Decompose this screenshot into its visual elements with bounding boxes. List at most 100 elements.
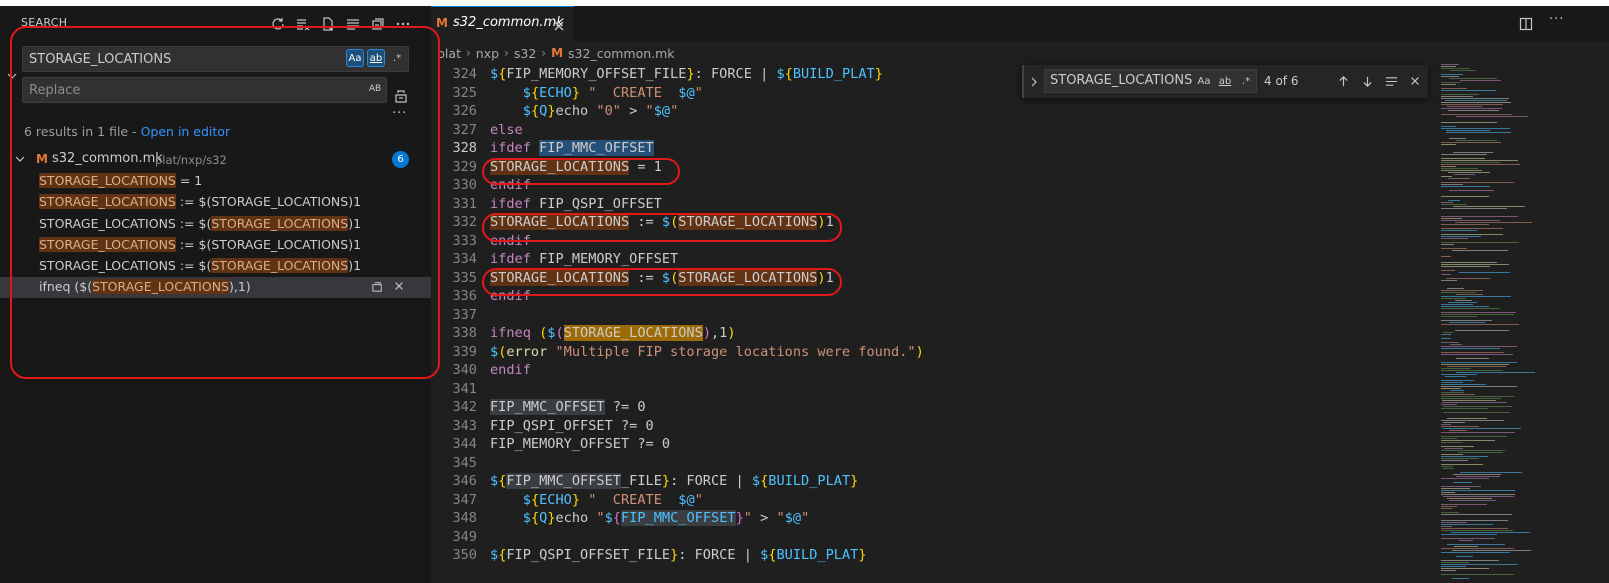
find-widget: STORAGE_LOCATIONS Aa ab .* 4 of 6 xyxy=(1022,65,1428,98)
view-as-tree-icon[interactable] xyxy=(343,14,363,34)
line-number: 328 xyxy=(452,140,477,156)
minimap-line xyxy=(1441,170,1482,171)
previous-match-arrow-up-icon[interactable] xyxy=(1334,72,1352,90)
new-search-editor-icon[interactable] xyxy=(318,14,338,34)
breadcrumb-item[interactable]: plat xyxy=(437,46,461,61)
breadcrumb-item[interactable]: s32_common.mk xyxy=(568,46,675,61)
minimap-line xyxy=(1452,578,1469,579)
result-file-row[interactable]: M s32_common.mk plat/nxp/s32 6 xyxy=(0,149,431,171)
replace-input[interactable] xyxy=(29,78,329,102)
minimap-line xyxy=(1447,366,1506,367)
editor-more-actions-icon[interactable]: ··· xyxy=(1549,12,1564,27)
minimap-line xyxy=(1459,540,1473,541)
toggle-replace-chevron-icon[interactable] xyxy=(6,70,18,82)
minimap[interactable] xyxy=(1441,64,1566,583)
preserve-case-toggle[interactable]: AB xyxy=(366,80,384,98)
minimap-line xyxy=(1441,158,1485,159)
search-result-item[interactable]: STORAGE_LOCATIONS = 1 xyxy=(0,171,431,192)
code-line: endif xyxy=(490,177,531,193)
minimap-line xyxy=(1441,168,1478,169)
minimap-line xyxy=(1441,398,1501,399)
result-text-after: )1 xyxy=(348,216,362,231)
minimap-line xyxy=(1441,228,1503,229)
find-input-box[interactable]: STORAGE_LOCATIONS Aa ab .* xyxy=(1044,69,1257,93)
search-result-item[interactable]: STORAGE_LOCATIONS := $(STORAGE_LOCATIONS… xyxy=(0,256,431,277)
code-editor[interactable]: 324 ${FIP_MEMORY_OFFSET_FILE}: FORCE | ${… xyxy=(431,64,1431,583)
minimap-line xyxy=(1456,294,1483,295)
minimap-line xyxy=(1441,420,1504,421)
minimap-line xyxy=(1441,304,1473,305)
match-whole-word-toggle[interactable]: ab xyxy=(367,49,385,67)
find-input[interactable]: STORAGE_LOCATIONS xyxy=(1050,73,1192,88)
line-number: 325 xyxy=(452,84,477,101)
match-count: 4 of 6 xyxy=(1264,74,1299,88)
toggle-replace-chevron-icon[interactable] xyxy=(1028,74,1040,88)
replace-all-icon[interactable] xyxy=(393,88,409,104)
breadcrumb-item[interactable]: nxp xyxy=(476,46,499,61)
minimap-line xyxy=(1441,456,1488,457)
minimap-line xyxy=(1456,140,1497,141)
search-result-item[interactable]: STORAGE_LOCATIONS := $(STORAGE_LOCATIONS… xyxy=(0,235,431,256)
line-number: 344 xyxy=(452,436,477,452)
more-actions-icon[interactable] xyxy=(393,14,413,34)
minimap-line xyxy=(1441,292,1476,293)
code-line: STORAGE_LOCATIONS := $(STORAGE_LOCATIONS… xyxy=(490,269,834,286)
minimap-line xyxy=(1441,524,1493,525)
open-in-editor-link[interactable]: Open in editor xyxy=(141,124,231,139)
close-icon[interactable] xyxy=(1406,72,1424,90)
close-icon[interactable] xyxy=(553,17,565,31)
match-case-toggle[interactable]: Aa xyxy=(1195,72,1213,90)
code-line: FIP_MEMORY_OFFSET ?= 0 xyxy=(490,436,671,452)
minimap-line xyxy=(1441,364,1509,365)
tab-bar: M s32_common.mk ··· xyxy=(431,6,1609,41)
minimap-line xyxy=(1441,298,1466,299)
chevron-down-icon[interactable] xyxy=(14,153,26,165)
minimap-line xyxy=(1449,78,1497,79)
search-result-item[interactable]: STORAGE_LOCATIONS := $(STORAGE_LOCATIONS… xyxy=(0,192,431,213)
minimap-line xyxy=(1441,122,1497,123)
clear-results-icon[interactable] xyxy=(293,14,313,34)
dismiss-close-icon[interactable] xyxy=(392,279,406,293)
match-case-toggle[interactable]: Aa xyxy=(346,49,364,67)
minimap-line xyxy=(1441,290,1483,291)
match-whole-word-toggle[interactable]: ab xyxy=(1216,72,1234,90)
replace-icon[interactable] xyxy=(370,279,384,293)
search-result-item-selected[interactable]: ifneq ($(STORAGE_LOCATIONS),1) xyxy=(0,277,431,298)
result-text-after: := $(STORAGE_LOCATIONS)1 xyxy=(175,237,362,252)
line-number: 339 xyxy=(452,343,477,360)
minimap-line xyxy=(1443,406,1512,407)
result-match: STORAGE_LOCATIONS xyxy=(39,237,176,252)
use-regex-toggle[interactable]: .* xyxy=(388,49,406,67)
refresh-icon[interactable] xyxy=(268,14,288,34)
minimap-line xyxy=(1453,152,1493,153)
line-number: 335 xyxy=(452,269,477,286)
minimap-line xyxy=(1441,352,1504,353)
next-match-arrow-down-icon[interactable] xyxy=(1358,72,1376,90)
minimap-line xyxy=(1441,182,1514,183)
line-number: 333 xyxy=(452,232,477,249)
minimap-line xyxy=(1455,300,1472,301)
minimap-line xyxy=(1441,512,1459,513)
toggle-search-details-icon[interactable]: ··· xyxy=(392,106,407,121)
use-regex-toggle[interactable]: .* xyxy=(1237,72,1255,90)
minimap-line xyxy=(1441,280,1457,281)
minimap-line xyxy=(1441,82,1461,83)
breadcrumb-item[interactable]: s32 xyxy=(514,46,536,61)
search-input[interactable] xyxy=(29,47,329,71)
minimap-line xyxy=(1441,104,1503,105)
tab-s32-common-mk[interactable]: M s32_common.mk xyxy=(431,6,574,41)
find-in-selection-icon[interactable] xyxy=(1382,72,1400,90)
code-line: endif xyxy=(490,362,531,378)
collapse-all-icon[interactable] xyxy=(368,14,388,34)
search-result-item[interactable]: STORAGE_LOCATIONS := $(STORAGE_LOCATIONS… xyxy=(0,214,431,235)
minimap-line xyxy=(1441,94,1479,95)
split-editor-icon[interactable] xyxy=(1519,16,1533,31)
search-input-box: Aa ab .* xyxy=(22,46,409,72)
vertical-scrollbar[interactable] xyxy=(1575,64,1589,583)
minimap-line xyxy=(1443,332,1453,333)
line-number: 338 xyxy=(452,325,477,341)
minimap-line xyxy=(1441,88,1467,89)
minimap-line xyxy=(1441,506,1457,507)
line-number: 336 xyxy=(452,288,477,304)
minimap-line xyxy=(1447,544,1505,545)
